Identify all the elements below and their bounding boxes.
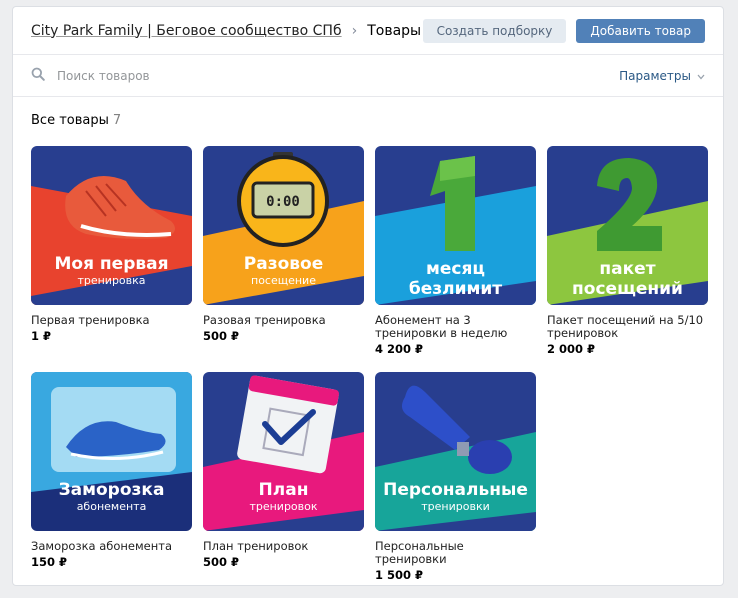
thumb-subtitle: посещение <box>251 274 316 287</box>
products-count: 7 <box>112 113 122 128</box>
search-input[interactable] <box>55 67 620 84</box>
product-price: 500 ₽ <box>203 329 240 343</box>
frozen-sneaker-icon <box>51 387 176 472</box>
product-thumbnail[interactable]: 0:00 Разовое посещение <box>203 146 364 305</box>
product-name[interactable]: Абонемент на 3 тренировки в неделю <box>375 314 536 340</box>
product-name[interactable]: План тренировок <box>203 540 364 553</box>
page-title: Товары <box>367 22 422 39</box>
product-name[interactable]: Пакет посещений на 5/10 тренировок <box>547 314 708 340</box>
market-panel: City Park Family | Беговое сообщество СП… <box>12 6 724 586</box>
product-thumbnail[interactable]: месяц безлимит <box>375 146 536 305</box>
thumb-title: Заморозка <box>58 480 165 500</box>
product-price: 150 ₽ <box>31 555 68 569</box>
thumb-title-line2: безлимит <box>408 279 503 299</box>
product-price: 4 200 ₽ <box>375 342 424 356</box>
add-product-button[interactable]: Добавить товар <box>576 18 705 43</box>
thumb-subtitle: абонемента <box>76 500 147 513</box>
product-thumbnail[interactable]: Моя первая тренировка <box>31 146 192 305</box>
product-name[interactable]: Первая тренировка <box>31 314 192 327</box>
breadcrumb-separator: › <box>351 22 358 39</box>
product-card[interactable]: 0:00 Разовое посещение Разовая тренировк… <box>203 146 364 343</box>
product-card[interactable]: Заморозка абонемента Заморозка абонемент… <box>31 372 192 569</box>
thumb-title: План <box>258 480 309 500</box>
product-name[interactable]: Заморозка абонемента <box>31 540 192 553</box>
params-dropdown[interactable]: Параметры <box>619 69 705 83</box>
product-card[interactable]: Моя первая тренировка Первая тренировка … <box>31 146 192 343</box>
product-name[interactable]: Персональные тренировки <box>375 540 536 566</box>
thumb-title: пакет <box>599 259 656 279</box>
product-price: 1 ₽ <box>31 329 52 343</box>
all-products-heading: Все товары 7 <box>31 113 121 128</box>
product-thumbnail[interactable]: пакет посещений <box>547 146 708 305</box>
thumb-subtitle: тренировок <box>249 500 318 513</box>
thumb-title: месяц <box>425 259 486 279</box>
product-price: 500 ₽ <box>203 555 240 569</box>
svg-text:0:00: 0:00 <box>266 194 300 210</box>
thumb-title-line2: посещений <box>572 279 683 299</box>
chevron-down-icon <box>697 69 705 83</box>
all-products-label: Все товары <box>31 113 109 128</box>
create-collection-button[interactable]: Создать подборку <box>422 18 567 43</box>
search-icon <box>31 66 45 85</box>
product-card[interactable]: План тренировок План тренировок 500 ₽ <box>203 372 364 569</box>
product-card[interactable]: пакет посещений Пакет посещений на 5/10 … <box>547 146 708 356</box>
header-bar: City Park Family | Беговое сообщество СП… <box>13 7 723 55</box>
thumb-subtitle: тренировка <box>77 274 146 287</box>
product-card[interactable]: Персональные тренировки Персональные тре… <box>375 372 536 582</box>
product-thumbnail[interactable]: Персональные тренировки <box>375 372 536 531</box>
calendar-check-icon <box>237 375 339 474</box>
product-card[interactable]: месяц безлимит Абонемент на 3 тренировки… <box>375 146 536 356</box>
search-bar: Параметры <box>13 55 723 97</box>
thumb-title: Персональные <box>383 480 528 500</box>
params-label: Параметры <box>619 68 691 83</box>
thumb-subtitle: тренировки <box>421 500 490 513</box>
product-thumbnail[interactable]: План тренировок <box>203 372 364 531</box>
breadcrumb-community-link[interactable]: City Park Family | Беговое сообщество СП… <box>31 23 342 39</box>
thumb-title: Разовое <box>243 254 324 274</box>
product-price: 1 500 ₽ <box>375 568 424 582</box>
product-thumbnail[interactable]: Заморозка абонемента <box>31 372 192 531</box>
product-name[interactable]: Разовая тренировка <box>203 314 364 327</box>
thumb-title: Моя первая <box>54 254 169 274</box>
product-price: 2 000 ₽ <box>547 342 596 356</box>
